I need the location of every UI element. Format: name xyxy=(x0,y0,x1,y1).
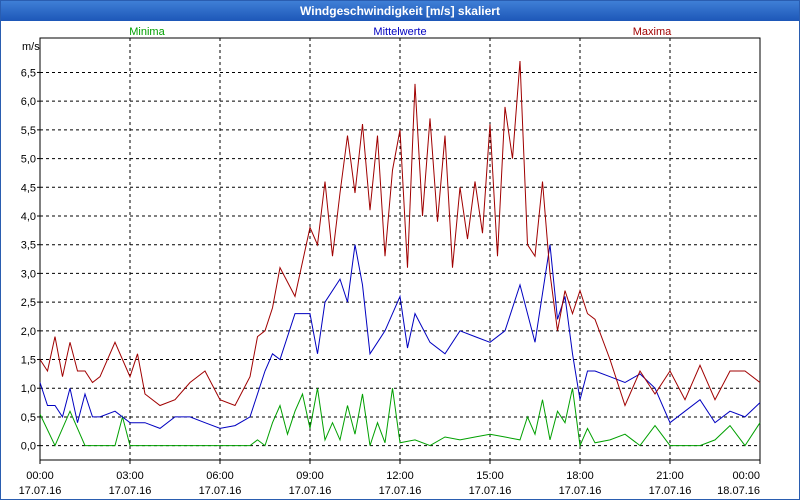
x-tick-time-label: 00:00 xyxy=(26,470,54,482)
y-tick-label: 3,0 xyxy=(21,268,36,280)
x-tick-time-label: 06:00 xyxy=(206,470,234,482)
x-tick-date-label: 17.07.16 xyxy=(19,485,62,497)
chart-svg: 0,0 0,5 1,0 1,5 2,0 2,5 3,0 3,5 4,0 4,5 5,0 5,5 6,0 6… xyxy=(19,26,761,497)
x-tick-date-label: 17.07.16 xyxy=(289,485,332,497)
y-tick-label: 4,0 xyxy=(21,211,36,223)
x-tick-date-label: 17.07.16 xyxy=(559,485,602,497)
x-tick-time-label: 18:00 xyxy=(566,470,594,482)
y-tick-label: 5,5 xyxy=(21,125,36,137)
y-tick-label: 6,0 xyxy=(21,96,36,108)
y-tick-label: 1,0 xyxy=(21,383,36,395)
x-tick-date-label: 17.07.16 xyxy=(649,485,692,497)
x-tick-time-label: 21:00 xyxy=(656,470,684,482)
y-tick-label: 5,0 xyxy=(21,154,36,166)
y-tick-label: 2,0 xyxy=(21,326,36,338)
y-tick-label: 6,5 xyxy=(21,67,36,79)
legend-maxima: Maxima xyxy=(633,26,672,38)
x-tick-time-label: 12:00 xyxy=(386,470,414,482)
y-tick-label: 0,5 xyxy=(21,412,36,424)
x-tick-date-label: 18.07.16 xyxy=(717,485,760,497)
x-tick-time-label: 15:00 xyxy=(476,470,504,482)
legend-minima: Minima xyxy=(129,26,165,38)
legend-mittelwerte: Mittelwerte xyxy=(373,26,426,38)
x-tick-time-label: 09:00 xyxy=(296,470,324,482)
x-tick-date-label: 17.07.16 xyxy=(379,485,422,497)
x-tick-time-label: 00:00 xyxy=(732,470,760,482)
y-tick-label: 3,5 xyxy=(21,240,36,252)
x-tick-date-label: 17.07.16 xyxy=(199,485,242,497)
x-tick-date-label: 17.07.16 xyxy=(469,485,512,497)
y-tick-label: 4,5 xyxy=(21,182,36,194)
y-tick-label: 1,5 xyxy=(21,355,36,367)
y-tick-label: 0,0 xyxy=(21,441,36,453)
y-tick-label: 2,5 xyxy=(21,297,36,309)
x-tick-time-label: 03:00 xyxy=(116,470,144,482)
y-unit-label: m/s xyxy=(22,41,40,53)
x-tick-date-label: 17.07.16 xyxy=(109,485,152,497)
